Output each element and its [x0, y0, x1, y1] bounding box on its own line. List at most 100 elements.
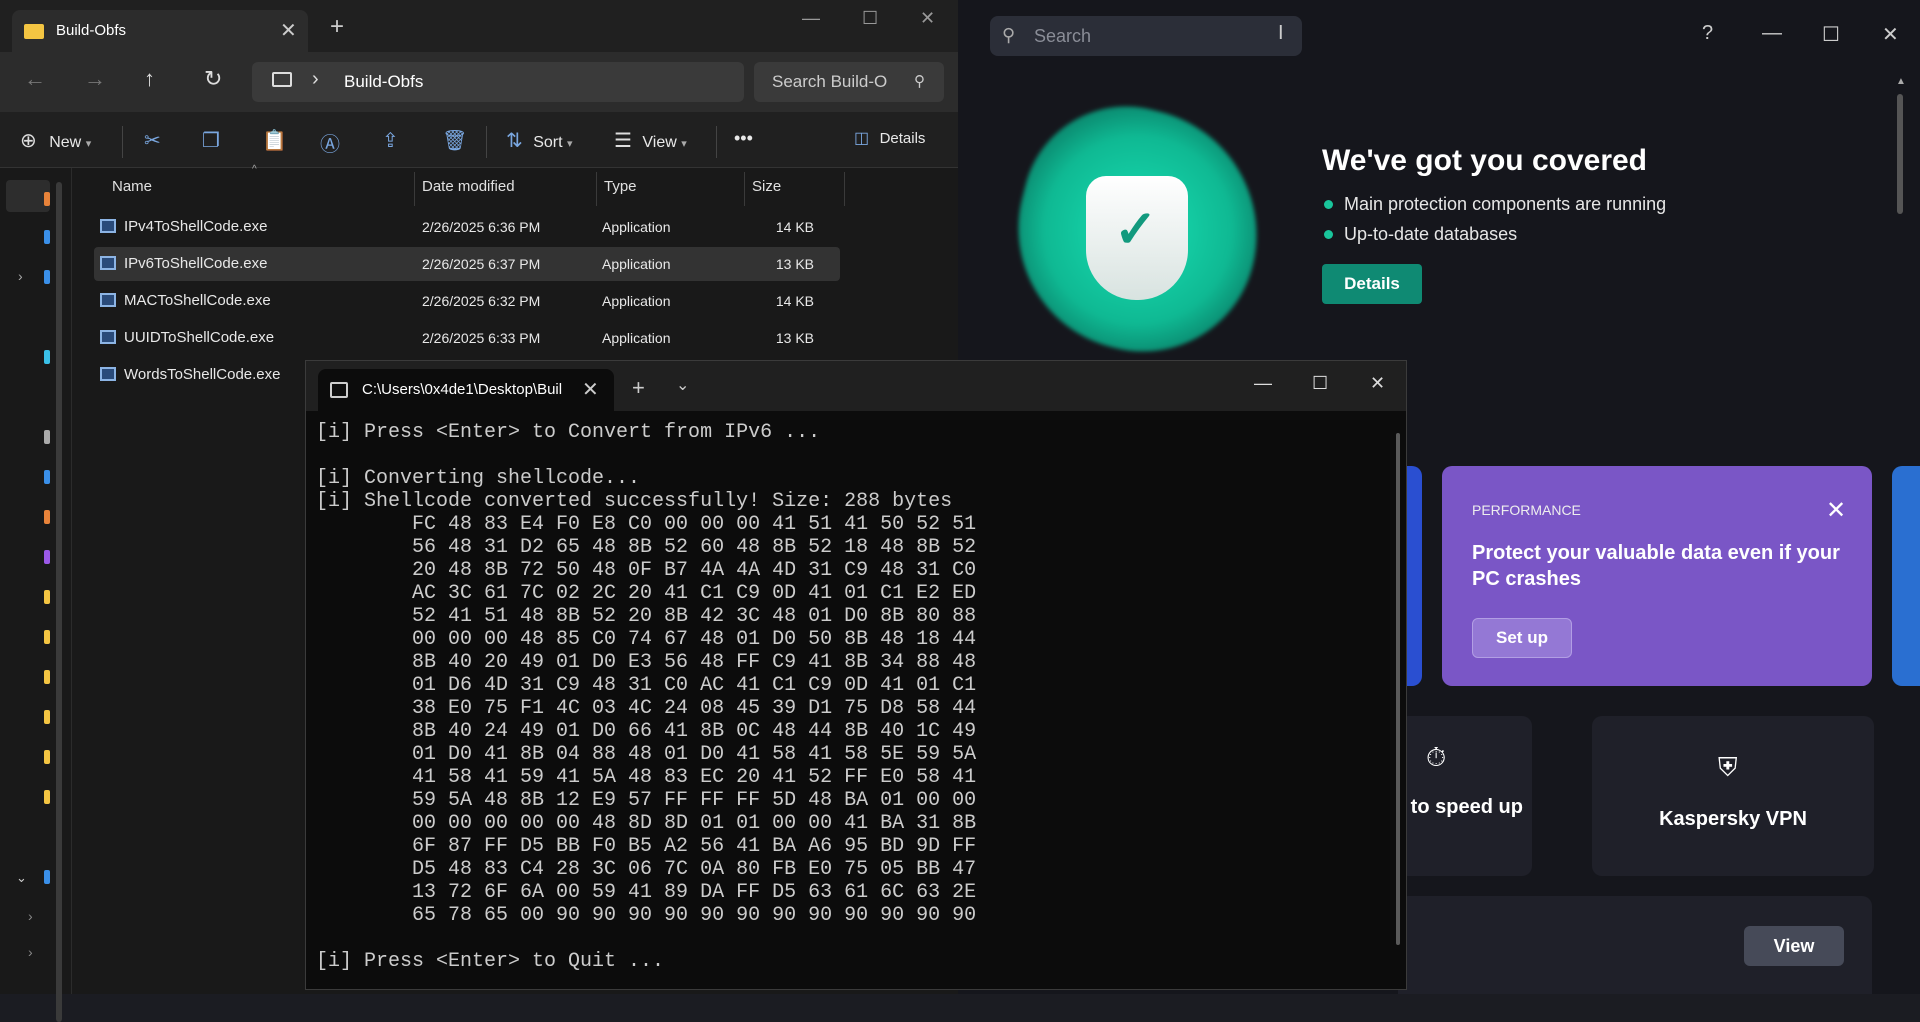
- more-options-button[interactable]: •••: [734, 128, 753, 149]
- status-bullet: Up-to-date databases: [1324, 224, 1517, 245]
- address-bar[interactable]: › Build-Obfs: [252, 62, 744, 102]
- file-row[interactable]: MACToShellCode.exe 2/26/2025 6:32 PM App…: [94, 284, 840, 318]
- chevron-right-icon[interactable]: ›: [312, 68, 319, 91]
- explorer-tab[interactable]: Build-Obfs ✕: [12, 10, 308, 52]
- close-tab-icon[interactable]: ✕: [582, 377, 599, 402]
- chevron-down-icon: ▾: [681, 138, 687, 150]
- terminal-line: [i] Press <Enter> to Convert from IPv6 .…: [316, 421, 821, 444]
- expand-chevron-icon[interactable]: ›: [18, 268, 23, 284]
- details-button[interactable]: ◫ Details: [854, 128, 925, 148]
- terminal-line: 41 58 41 59 41 5A 48 83 EC 20 41 52 FF E…: [316, 766, 977, 789]
- terminal-line: 56 48 31 D2 65 48 8B 52 60 48 8B 52 18 4…: [316, 536, 977, 559]
- column-date-modified[interactable]: Date modified: [422, 178, 515, 195]
- column-size[interactable]: Size: [752, 178, 781, 195]
- minimize-button[interactable]: —: [1254, 373, 1272, 394]
- cut-icon[interactable]: ✂: [144, 128, 161, 153]
- terminal-line: 38 E0 75 F1 4C 03 4C 24 08 45 39 D1 75 D…: [316, 697, 977, 720]
- search-input[interactable]: ⚲ Search I: [990, 16, 1302, 56]
- paste-icon[interactable]: 📋: [262, 128, 287, 153]
- chevron-down-icon: ▾: [567, 138, 573, 150]
- collapse-chevron-icon[interactable]: ⌄: [16, 870, 27, 886]
- scrollbar[interactable]: ▲: [1896, 76, 1906, 986]
- new-button[interactable]: ⊕ New ▾: [20, 128, 91, 153]
- terminal-titlebar: C:\Users\0x4de1\Desktop\Buil ✕ + ⌄ — ☐ ✕: [306, 361, 1406, 411]
- explorer-tab-title: Build-Obfs: [56, 22, 127, 39]
- refresh-icon[interactable]: ↻: [204, 66, 222, 92]
- speed-up-tile[interactable]: ⏱ v to speed up: [1394, 716, 1532, 876]
- nav-item-icon: [44, 590, 50, 604]
- maximize-button[interactable]: ☐: [862, 8, 878, 29]
- nav-scrollbar[interactable]: [56, 182, 62, 1022]
- bottom-card: View: [1398, 896, 1872, 994]
- maximize-button[interactable]: ☐: [1822, 22, 1840, 47]
- close-button[interactable]: ✕: [1370, 373, 1385, 394]
- rename-icon[interactable]: Ⓐ: [320, 128, 340, 157]
- column-divider[interactable]: [414, 172, 415, 206]
- set-up-button[interactable]: Set up: [1472, 618, 1572, 658]
- file-name: IPv6ToShellCode.exe: [124, 255, 268, 272]
- card-title: Protect your valuable data even if your …: [1472, 542, 1840, 590]
- nav-item-icon: [44, 430, 50, 444]
- new-tab-button[interactable]: +: [330, 15, 344, 39]
- file-date: 2/26/2025 6:36 PM: [422, 219, 541, 235]
- file-name: WordsToShellCode.exe: [124, 366, 281, 383]
- file-row[interactable]: UUIDToShellCode.exe 2/26/2025 6:33 PM Ap…: [94, 321, 840, 355]
- breadcrumb[interactable]: Build-Obfs: [344, 72, 423, 92]
- plus-circle-icon: ⊕: [20, 130, 37, 152]
- application-icon: [100, 219, 116, 233]
- file-row[interactable]: IPv4ToShellCode.exe 2/26/2025 6:36 PM Ap…: [94, 210, 840, 244]
- minimize-button[interactable]: —: [1762, 22, 1782, 45]
- file-type: Application: [602, 219, 671, 235]
- column-name[interactable]: Name: [112, 178, 152, 195]
- view-button[interactable]: View: [1744, 926, 1844, 966]
- forward-icon[interactable]: →: [84, 66, 106, 92]
- new-tab-button[interactable]: +: [632, 375, 645, 401]
- scrollbar-thumb[interactable]: [1897, 94, 1903, 214]
- vpn-tile[interactable]: ⛨ Kaspersky VPN: [1592, 716, 1874, 876]
- divider: [716, 126, 717, 158]
- status-bullet-text: Main protection components are running: [1344, 194, 1667, 214]
- details-button[interactable]: Details: [1322, 264, 1422, 304]
- file-row[interactable]: WordsToShellCode.exe: [94, 358, 304, 392]
- close-tab-icon[interactable]: ✕: [280, 18, 297, 43]
- help-icon[interactable]: ?: [1702, 22, 1713, 45]
- column-divider[interactable]: [596, 172, 597, 206]
- back-icon[interactable]: ←: [24, 66, 46, 92]
- terminal-line: 8B 40 24 49 01 D0 66 41 8B 0C 48 44 8B 4…: [316, 720, 977, 743]
- scroll-up-icon[interactable]: ▲: [1896, 76, 1906, 87]
- expand-chevron-icon[interactable]: ›: [28, 944, 33, 960]
- terminal-line: D5 48 83 C4 28 3C 06 7C 0A 80 FB E0 75 0…: [316, 858, 977, 881]
- terminal-output[interactable]: [i] Press <Enter> to Convert from IPv6 .…: [316, 421, 1386, 981]
- expand-chevron-icon[interactable]: ›: [28, 908, 33, 924]
- view-button[interactable]: ☰ View ▾: [614, 128, 687, 153]
- delete-icon[interactable]: 🗑: [442, 128, 467, 153]
- chevron-down-icon[interactable]: ⌄: [676, 375, 689, 395]
- terminal-tab[interactable]: C:\Users\0x4de1\Desktop\Buil ✕: [318, 369, 614, 411]
- application-icon: [100, 330, 116, 344]
- minimize-button[interactable]: —: [802, 8, 820, 29]
- share-icon[interactable]: ⇪: [382, 128, 399, 153]
- performance-card[interactable]: PERFORMANCE ✕ Protect your valuable data…: [1442, 466, 1872, 686]
- close-button[interactable]: ✕: [920, 8, 935, 29]
- copy-icon[interactable]: ❐: [202, 128, 220, 153]
- sort-button[interactable]: ⇅ Sort ▾: [506, 128, 573, 153]
- file-size: 13 KB: [775, 256, 814, 272]
- column-divider[interactable]: [844, 172, 845, 206]
- terminal-line: 20 48 8B 72 50 48 0F B7 4A 4A 4D 31 C9 4…: [316, 559, 977, 582]
- terminal-line: 8B 40 20 49 01 D0 E3 56 48 FF C9 41 8B 3…: [316, 651, 977, 674]
- close-button[interactable]: ✕: [1882, 22, 1899, 47]
- checkmark-icon: ✓: [1114, 201, 1158, 259]
- scrollbar-thumb[interactable]: [1396, 433, 1400, 945]
- up-icon[interactable]: ↑: [144, 66, 155, 92]
- navigation-pane[interactable]: › ⌄ › ›: [0, 168, 72, 1022]
- file-date: 2/26/2025 6:32 PM: [422, 293, 541, 309]
- maximize-button[interactable]: ☐: [1312, 373, 1328, 394]
- terminal-line: 65 78 65 00 90 90 90 90 90 90 90 90 90 9…: [316, 904, 977, 927]
- column-divider[interactable]: [744, 172, 745, 206]
- status-title: We've got you covered: [1322, 144, 1648, 177]
- column-type[interactable]: Type: [604, 178, 637, 195]
- close-icon[interactable]: ✕: [1826, 496, 1846, 525]
- file-row-selected[interactable]: IPv6ToShellCode.exe 2/26/2025 6:37 PM Ap…: [94, 247, 840, 281]
- terminal-line: 01 D0 41 8B 04 88 48 01 D0 41 58 41 58 5…: [316, 743, 977, 766]
- search-input[interactable]: Search Build-O ⚲: [754, 62, 944, 102]
